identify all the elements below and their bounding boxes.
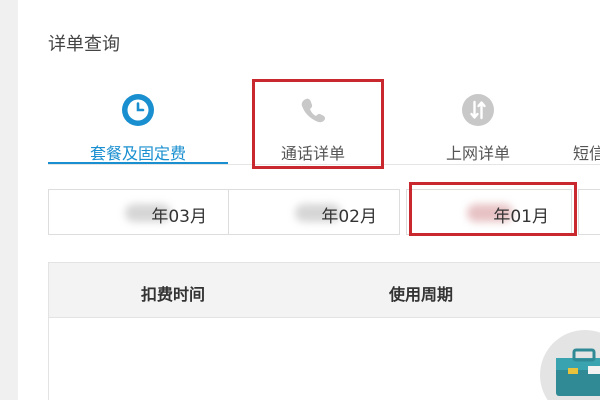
detail-query-panel: 详单查询 套餐及固定费 通话详单 上网详单 短信 年03月 年02月 年01月 … — [18, 0, 600, 400]
highlight-box-call-tab — [252, 79, 384, 169]
tab-label: 上网详单 — [445, 144, 510, 163]
month-option-03[interactable]: 年03月 — [48, 189, 230, 235]
month-option-02[interactable]: 年02月 — [228, 189, 400, 235]
page-title: 详单查询 — [48, 34, 120, 55]
tab-sms-details[interactable]: 短信 — [558, 90, 600, 163]
month-option-partial[interactable] — [578, 189, 600, 235]
month-label: 年02月 — [321, 207, 377, 227]
table-header: 扣费时间 使用周期 — [48, 262, 600, 318]
column-header-usage-period: 使用周期 — [389, 285, 454, 304]
tab-label: 短信 — [573, 144, 600, 163]
highlight-box-month-01 — [409, 182, 577, 236]
toolbox-icon — [556, 348, 600, 396]
tab-package-fixed-fee[interactable]: 套餐及固定费 — [48, 90, 228, 163]
table-body — [48, 318, 600, 400]
column-header-charge-time: 扣费时间 — [141, 285, 206, 304]
data-transfer-icon — [462, 94, 494, 126]
month-label: 年03月 — [151, 207, 207, 227]
clock-icon — [122, 94, 154, 126]
tab-internet-details[interactable]: 上网详单 — [398, 90, 558, 163]
left-margin — [0, 0, 18, 400]
toolbox-badge[interactable] — [540, 330, 600, 400]
tab-label: 套餐及固定费 — [89, 144, 186, 163]
